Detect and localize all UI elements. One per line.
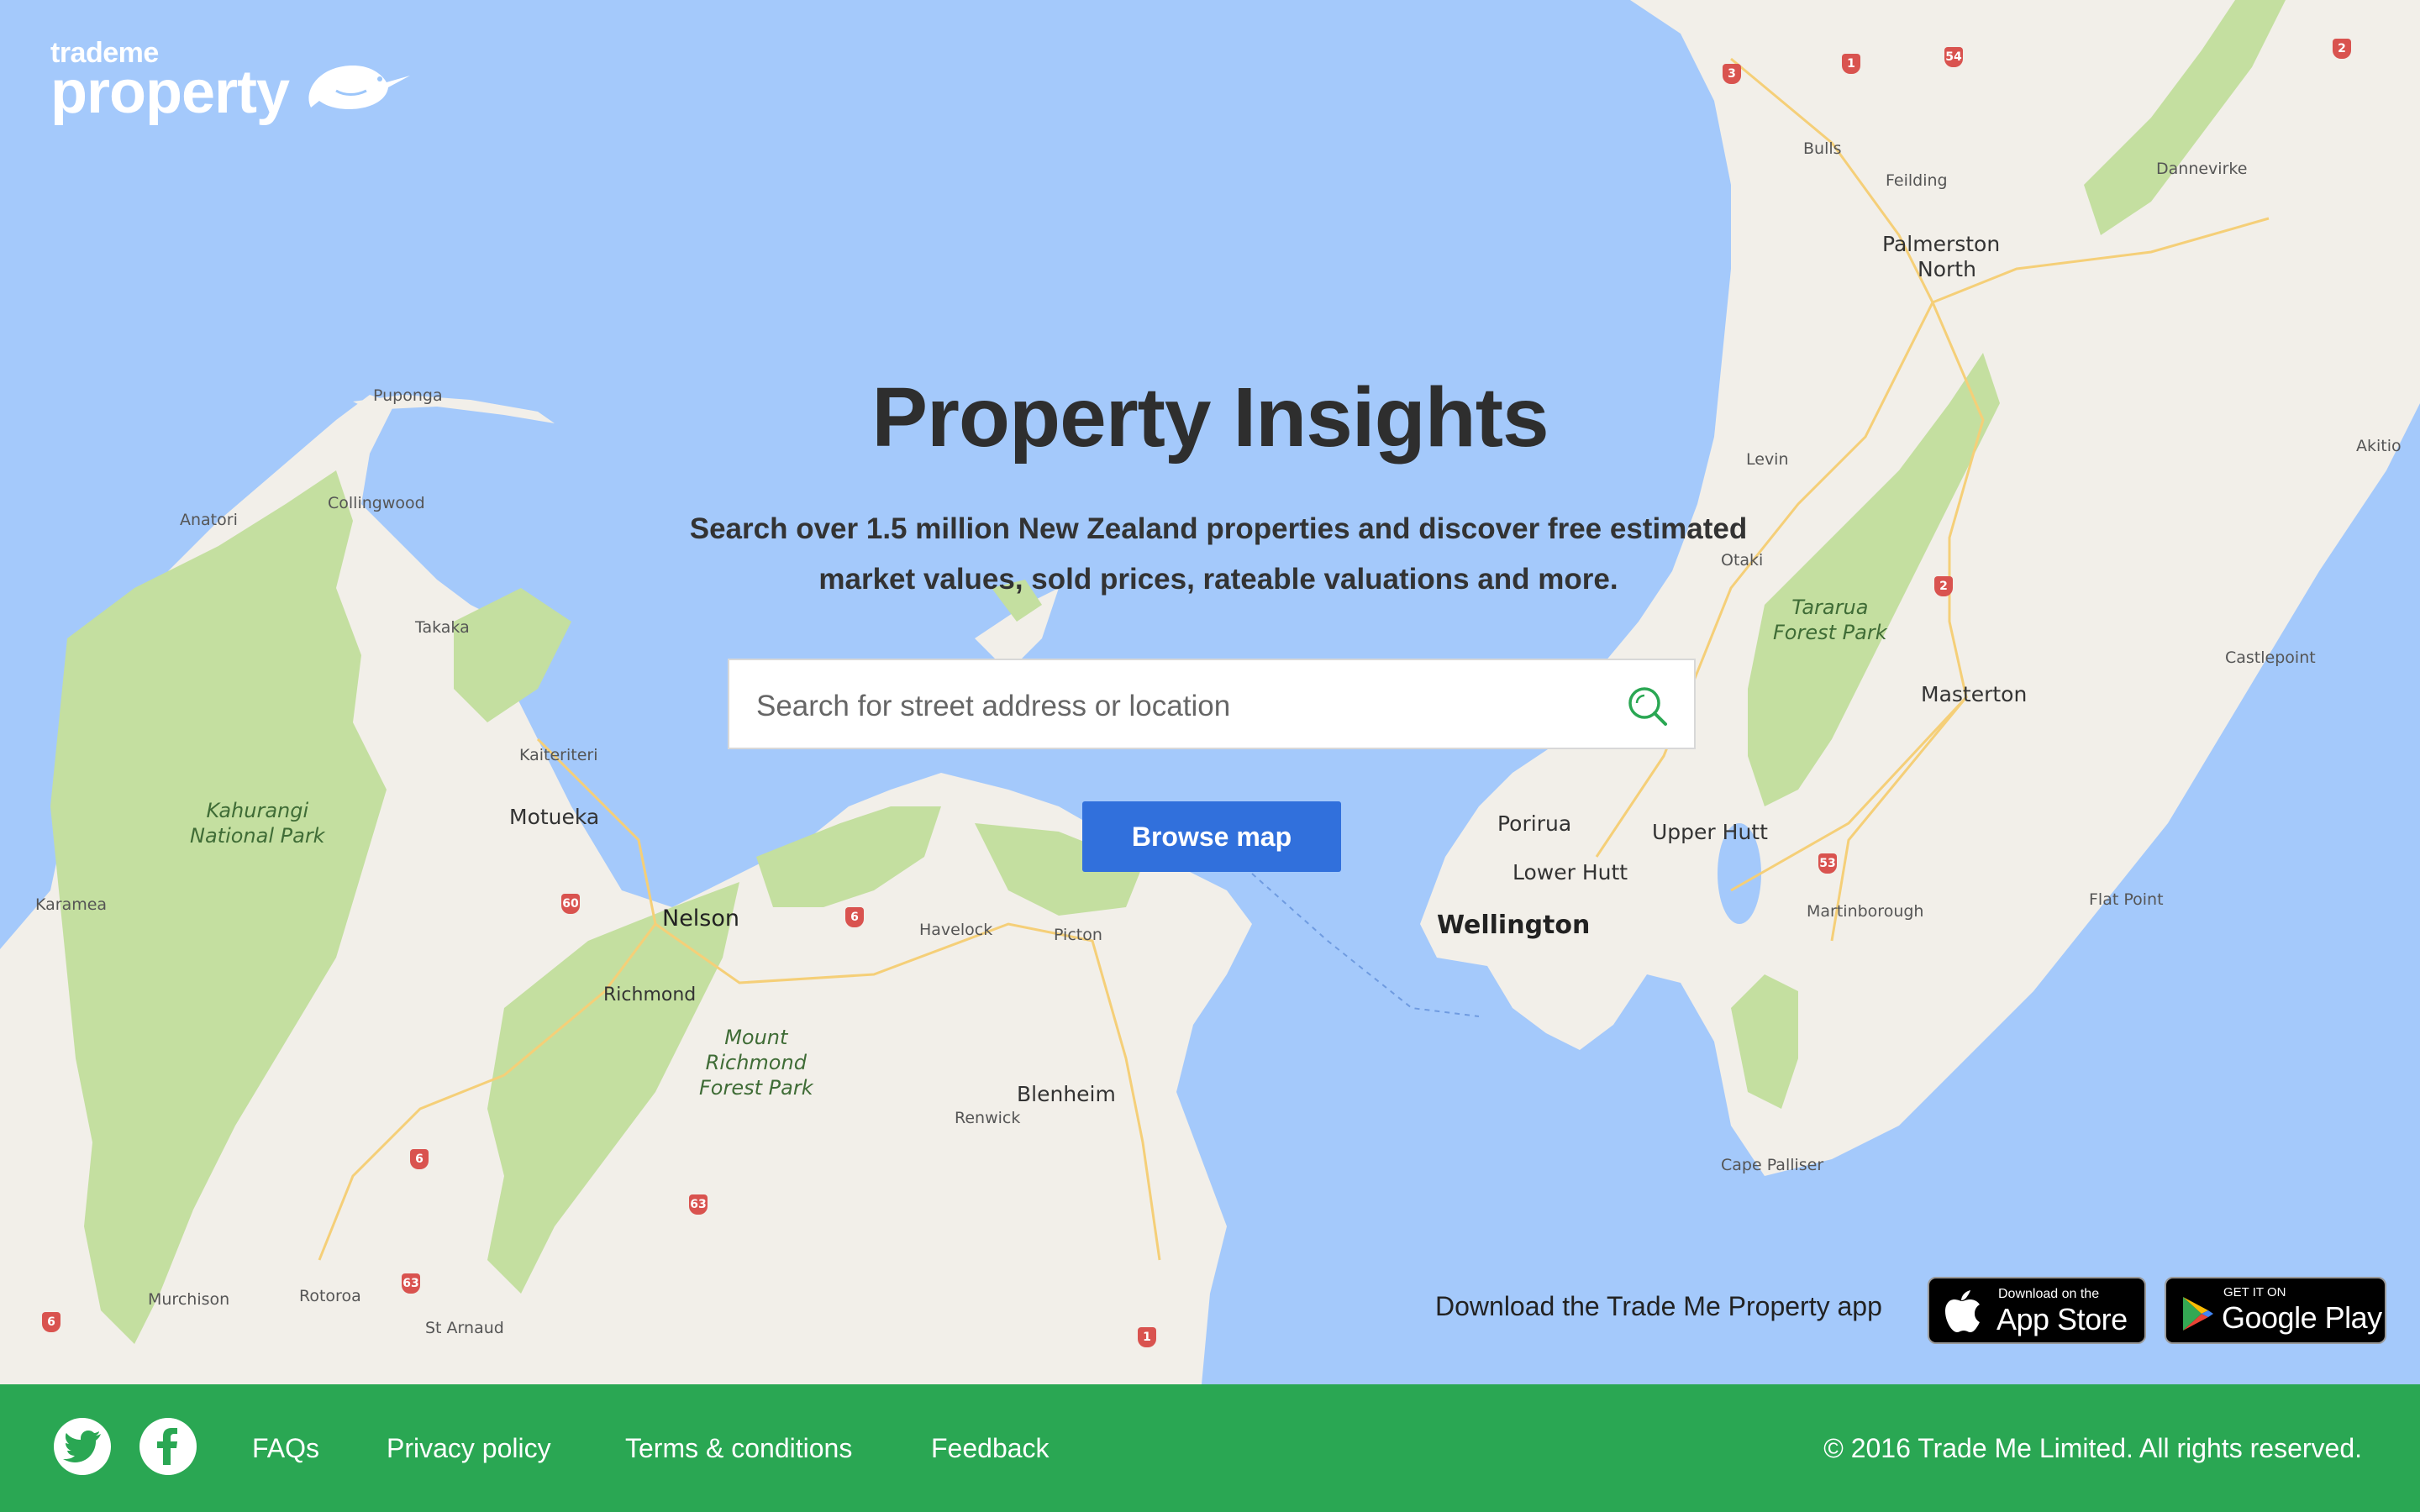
search-box [728, 659, 1696, 749]
road-shield: 60 [561, 894, 580, 914]
search-icon[interactable] [1627, 685, 1669, 727]
app-store-badge[interactable]: Download on the App Store [1928, 1277, 2146, 1344]
road-shield: 3 [1723, 64, 1741, 84]
map-label-karamea: Karamea [35, 895, 108, 914]
facebook-icon [157, 1428, 177, 1465]
map-label-nelson: Nelson [662, 906, 740, 932]
road-shield: 6 [42, 1312, 60, 1332]
google-play-small-text: GET IT ON [2223, 1285, 2286, 1299]
road-shield: 6 [410, 1149, 429, 1169]
map-label-richmond: Richmond [603, 984, 697, 1005]
map-label-wellington: Wellington [1437, 911, 1591, 940]
map-label-castlepoint: Castlepoint [2225, 648, 2316, 667]
park-name-line: National Park [190, 824, 325, 848]
map-label-feilding: Feilding [1886, 171, 1948, 190]
twitter-icon [63, 1431, 101, 1462]
road-shield: 54 [1944, 47, 1963, 67]
google-play-icon [2183, 1297, 2213, 1331]
park-name-line: Richmond [705, 1051, 807, 1074]
map-label-st-arnaud: St Arnaud [425, 1319, 504, 1337]
map-label-blenheim: Blenheim [1017, 1082, 1116, 1106]
map-label-kahurangi: Kahurangi National Park [190, 798, 325, 848]
page-title: Property Insights [871, 370, 1549, 465]
twitter-button[interactable] [54, 1418, 111, 1475]
park-name-line: Kahurangi [206, 799, 309, 822]
road-shield: 2 [2333, 39, 2351, 59]
map-label-havelock: Havelock [919, 921, 993, 939]
map-label-mount-richmond: Mount Richmond Forest Park [699, 1025, 813, 1100]
park-name-line: Forest Park [699, 1076, 813, 1100]
google-play-large-text: Google Play [2222, 1300, 2382, 1335]
road-shield: 53 [1818, 853, 1837, 874]
facebook-button[interactable] [139, 1418, 197, 1475]
road-shield: 2 [1934, 576, 1953, 596]
map-label-dannevirke: Dannevirke [2156, 160, 2248, 178]
map-label-murchison: Murchison [148, 1290, 230, 1309]
map-label-motueka: Motueka [509, 805, 600, 829]
copyright-text: © 2016 Trade Me Limited. All rights rese… [1823, 1433, 2362, 1463]
map-label-upper-hutt: Upper Hutt [1652, 820, 1768, 844]
park-name-line: Mount [724, 1026, 788, 1049]
map-label-picton: Picton [1054, 926, 1102, 944]
map-label-collingwood: Collingwood [328, 494, 425, 512]
park-name-line: Tararua [1791, 596, 1869, 619]
footer-link-faqs[interactable]: FAQs [252, 1433, 319, 1464]
search-input[interactable] [755, 682, 1598, 731]
map-label-palmerston-north: North [1918, 257, 1976, 281]
map-label-palmerston: Palmerston [1882, 232, 2001, 256]
hero-subtitle: Search over 1.5 million New Zealand prop… [655, 504, 1781, 605]
map-label-rotoroa: Rotoroa [299, 1287, 361, 1305]
map-label-lower-hutt: Lower Hutt [1512, 860, 1628, 885]
app-download-label: Download the Trade Me Property app [1435, 1291, 1882, 1321]
map-label-anatori: Anatori [180, 511, 238, 529]
map-label-kaiteriteri: Kaiteriteri [519, 746, 598, 764]
map-label-porirua: Porirua [1497, 811, 1572, 836]
map-label-tararua: Tararua Forest Park [1773, 595, 1887, 645]
trademe-property-logo[interactable]: trademe property [50, 39, 410, 126]
map-label-masterton: Masterton [1921, 682, 2028, 706]
road-shield: 63 [402, 1273, 420, 1294]
hero-subtitle-line: Search over 1.5 million New Zealand prop… [689, 512, 1748, 545]
road-shield: 6 [845, 907, 864, 927]
hero-subtitle-line: market values, sold prices, rateable val… [818, 563, 1618, 596]
map-label-martinborough: Martinborough [1807, 902, 1924, 921]
apple-icon [1945, 1290, 1980, 1332]
road-shield: 1 [1138, 1327, 1156, 1347]
road-shield: 1 [1842, 54, 1860, 74]
google-play-badge[interactable]: GET IT ON Google Play [2165, 1277, 2386, 1344]
footer-link-feedback[interactable]: Feedback [931, 1433, 1050, 1464]
footer-link-privacy[interactable]: Privacy policy [387, 1433, 551, 1464]
map-label-flat-point: Flat Point [2089, 890, 2164, 909]
map-label-takaka: Takaka [415, 618, 470, 637]
logo-property-text: property [50, 59, 290, 126]
map-label-bulls: Bulls [1803, 139, 1842, 158]
browse-map-button[interactable]: Browse map [1082, 801, 1341, 872]
kiwi-bird-icon [308, 66, 410, 109]
footer-link-terms[interactable]: Terms & conditions [625, 1433, 852, 1464]
road-shield: 63 [689, 1194, 708, 1215]
park-name-line: Forest Park [1773, 621, 1887, 644]
map-label-cape-palliser: Cape Palliser [1721, 1156, 1824, 1174]
app-store-small-text: Download on the [1998, 1287, 2100, 1301]
map-label-renwick: Renwick [955, 1109, 1021, 1127]
app-store-large-text: App Store [1996, 1302, 2128, 1336]
